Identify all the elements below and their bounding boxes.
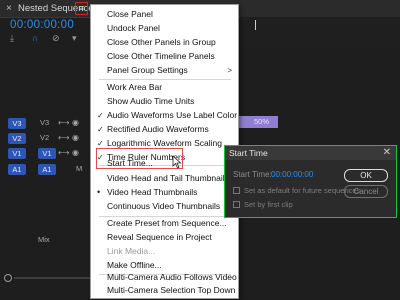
menu-item-work-area-bar[interactable]: Work Area Bar: [91, 81, 238, 94]
panel-menu-icon[interactable]: ≡: [75, 2, 88, 15]
source-patch-v3[interactable]: V3: [8, 118, 26, 129]
start-time-dialog: Start Time ✕ Start Time: 00:00:00:00 OK …: [224, 145, 397, 218]
start-time-highlight: [96, 148, 183, 169]
track-label-v3[interactable]: V3: [40, 118, 49, 127]
menu-item-panel-group-settings[interactable]: Panel Group Settings >: [91, 64, 238, 77]
eye-icon[interactable]: ◉: [72, 118, 79, 127]
menu-item-create-preset-from-sequence[interactable]: Create Preset from Sequence...: [91, 217, 238, 230]
track-row-v1: V1 V1 ⟷ ◉: [0, 147, 92, 160]
default-sequences-checkbox[interactable]: [233, 187, 240, 194]
dialog-title: Start Time: [229, 148, 268, 158]
close-tab-icon[interactable]: ×: [6, 3, 12, 14]
menu-item-close-other-panels-in-group[interactable]: Close Other Panels in Group: [91, 36, 238, 49]
start-time-input[interactable]: 00:00:00:00: [271, 170, 313, 179]
menu-divider: [99, 79, 231, 80]
close-icon[interactable]: ✕: [383, 147, 391, 158]
mix-track-row: Mix: [0, 234, 92, 246]
track-row-a1: A1 A1 M: [0, 163, 92, 176]
sync-lock-icon[interactable]: ⟷: [58, 133, 69, 142]
source-patch-a1[interactable]: A1: [8, 164, 26, 175]
track-row-v3: V3 V3 ⟷ ◉: [0, 117, 92, 130]
zoom-track[interactable]: [14, 277, 94, 279]
linked-selection-icon[interactable]: ⊘: [52, 33, 60, 44]
first-clip-checkbox[interactable]: [233, 201, 240, 208]
menu-item-video-head-thumbnails[interactable]: • Video Head Thumbnails: [91, 186, 238, 199]
start-time-label: Start Time:: [233, 170, 272, 179]
menu-item-continuous-video-thumbnails[interactable]: Continuous Video Thumbnails: [91, 200, 238, 213]
snap-icon[interactable]: ∩: [32, 33, 38, 43]
zoom-handle[interactable]: [4, 274, 12, 282]
menu-item-link-media: Link Media...: [107, 246, 156, 256]
source-patch-v1[interactable]: V1: [8, 148, 26, 159]
eye-icon[interactable]: ◉: [72, 133, 79, 142]
menu-item-multicam-selection-top-down[interactable]: Multi-Camera Selection Top Down: [91, 284, 238, 297]
playhead-timecode[interactable]: 00:00:00:00: [10, 19, 74, 31]
menu-item-undock-panel[interactable]: Undock Panel: [91, 22, 238, 35]
eye-icon[interactable]: ◉: [72, 148, 79, 157]
menu-item-reveal-sequence-in-project[interactable]: Reveal Sequence in Project: [91, 231, 238, 244]
radio-bullet-icon: •: [97, 187, 101, 197]
first-clip-checkbox-label: Set by first clip: [244, 200, 293, 209]
menu-item-video-head-and-tail-thumbnails[interactable]: Video Head and Tail Thumbnails: [91, 172, 238, 185]
mute-toggle[interactable]: M: [76, 164, 82, 173]
zoom-scrollbar[interactable]: [4, 274, 94, 282]
track-target-v1[interactable]: V1: [38, 148, 56, 159]
mix-label: Mix: [38, 235, 50, 244]
track-row-v2: V2 V2 ⟷ ◉: [0, 132, 92, 145]
dialog-title-bar: Start Time ✕: [225, 146, 396, 160]
source-patch-v2[interactable]: V2: [8, 133, 26, 144]
default-sequences-checkbox-label: Set as default for future sequences: [244, 186, 361, 195]
checkmark-icon: ✓: [97, 125, 104, 134]
menu-item-close-panel[interactable]: Close Panel: [91, 8, 238, 21]
checkmark-icon: ✓: [97, 111, 104, 120]
menu-item-close-other-timeline-panels[interactable]: Close Other Timeline Panels: [91, 50, 238, 63]
ok-button[interactable]: OK: [344, 169, 388, 182]
playhead-marker[interactable]: [255, 20, 256, 30]
menu-item-rectified-audio-waveforms[interactable]: ✓ Rectified Audio Waveforms: [91, 123, 238, 136]
menu-item-multicam-audio-follows-video[interactable]: Multi-Camera Audio Follows Video: [91, 271, 238, 284]
insert-nest-icon[interactable]: ⤓: [10, 33, 14, 44]
track-label-v2[interactable]: V2: [40, 133, 49, 142]
menu-item-audio-waveforms-use-label-color[interactable]: ✓ Audio Waveforms Use Label Color: [91, 109, 238, 122]
sync-lock-icon[interactable]: ⟷: [58, 118, 69, 127]
time-ruler[interactable]: [240, 17, 400, 47]
sync-lock-icon[interactable]: ⟷: [58, 148, 69, 157]
mouse-pointer-icon: [172, 155, 182, 169]
track-target-a1[interactable]: A1: [38, 164, 56, 175]
chevron-right-icon: >: [227, 66, 232, 75]
menu-item-show-audio-time-units[interactable]: Show Audio Time Units: [91, 95, 238, 108]
add-marker-icon[interactable]: ▾: [72, 33, 77, 44]
